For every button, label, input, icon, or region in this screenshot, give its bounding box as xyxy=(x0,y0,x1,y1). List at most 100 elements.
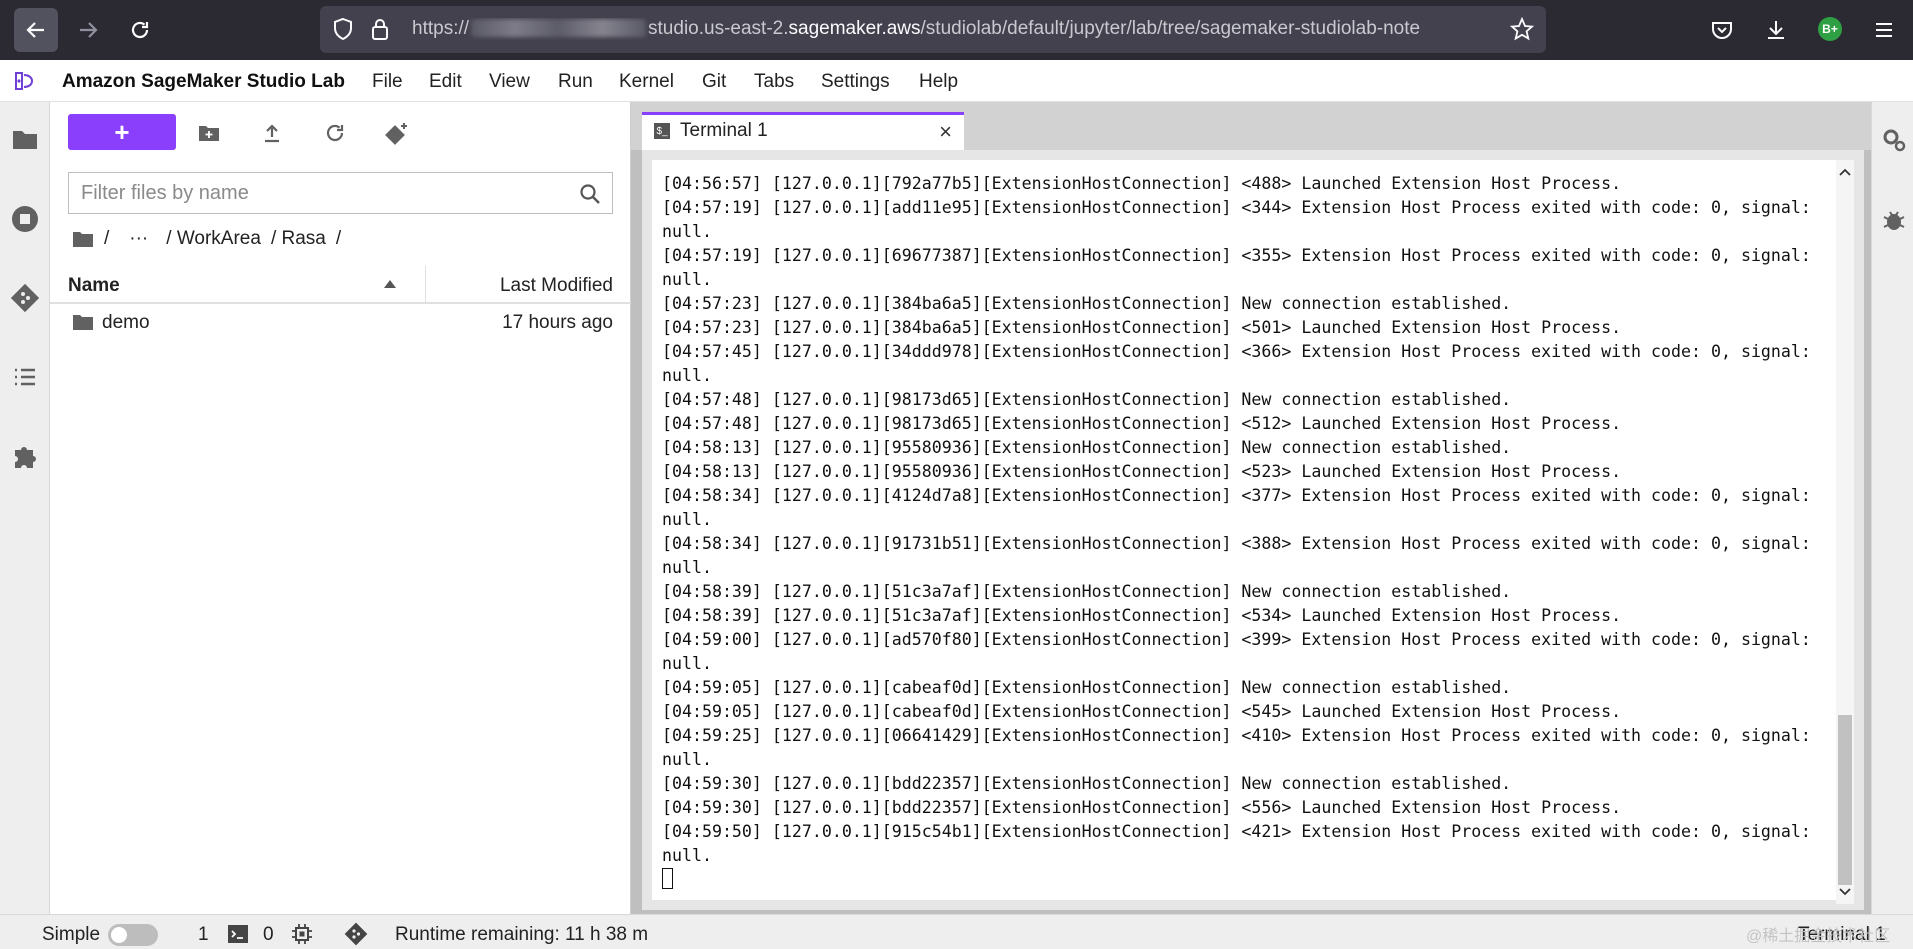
terminal-line: [04:57:48] [127.0.0.1][98173d65][Extensi… xyxy=(662,414,1622,433)
terminal-output[interactable]: [04:56:57] [127.0.0.1][792a77b5][Extensi… xyxy=(662,172,1842,892)
watermark: @稀土掘金技术社区 xyxy=(1746,928,1891,945)
terminal-line: [04:59:50] [127.0.0.1][915c54b1][Extensi… xyxy=(662,822,1811,841)
breadcrumb-workarea[interactable]: / WorkArea xyxy=(166,228,261,250)
sort-ascending-icon[interactable] xyxy=(384,280,396,288)
app-title: Amazon SageMaker Studio Lab xyxy=(62,71,345,92)
column-modified-header[interactable]: Last Modified xyxy=(500,275,613,297)
breadcrumb-ellipsis[interactable]: ··· xyxy=(129,228,148,250)
file-item-modified: 17 hours ago xyxy=(502,312,613,333)
upload-icon xyxy=(265,124,279,143)
kernel-count[interactable]: 0 xyxy=(263,924,274,946)
pocket-button[interactable] xyxy=(1706,14,1738,46)
menu-kernel[interactable]: Kernel xyxy=(619,71,674,93)
folder-icon xyxy=(13,131,37,149)
pocket-icon xyxy=(1712,22,1732,39)
column-divider[interactable] xyxy=(425,266,426,304)
runtime-remaining: Runtime remaining: 11 h 38 m xyxy=(395,924,649,945)
terminal-line: null. xyxy=(662,510,712,529)
back-button[interactable] xyxy=(14,8,58,52)
puzzle-icon xyxy=(15,447,36,468)
search-icon xyxy=(580,184,600,204)
extensions-tab[interactable] xyxy=(10,441,40,471)
profile-avatar[interactable]: B+ xyxy=(1818,17,1842,41)
table-of-contents-tab[interactable] xyxy=(10,362,40,392)
menu-file[interactable]: File xyxy=(372,71,403,93)
list-icon xyxy=(15,368,35,386)
menu-run[interactable]: Run xyxy=(558,71,593,93)
arrow-left-icon xyxy=(26,22,44,38)
breadcrumb-root[interactable]: / xyxy=(104,228,109,250)
git-icon xyxy=(11,284,39,312)
terminal-line: [04:58:13] [127.0.0.1][95580936][Extensi… xyxy=(662,438,1512,457)
property-inspector-icon[interactable] xyxy=(1881,127,1907,153)
menu-help[interactable]: Help xyxy=(919,71,958,93)
git-clone-button[interactable] xyxy=(382,118,412,148)
menu-git[interactable]: Git xyxy=(702,71,726,93)
terminal-line: null. xyxy=(662,750,712,769)
upload-button[interactable] xyxy=(257,118,287,148)
reload-button[interactable] xyxy=(118,8,162,52)
terminal-icon: $_ xyxy=(654,123,670,139)
file-list-item[interactable]: demo 17 hours ago xyxy=(50,306,631,340)
git-clone-icon xyxy=(385,123,407,145)
terminal-icon[interactable] xyxy=(226,922,250,946)
star-icon[interactable] xyxy=(1510,17,1534,41)
simple-mode-toggle[interactable] xyxy=(108,924,158,946)
breadcrumb-trailing-slash: / xyxy=(335,228,342,249)
app-menu-button[interactable] xyxy=(1868,14,1900,46)
column-name-header[interactable]: Name xyxy=(68,275,120,297)
file-list-header: Name Last Modified xyxy=(50,266,631,304)
file-item-name: demo xyxy=(102,312,150,333)
download-icon xyxy=(1768,21,1784,39)
url-bar[interactable]: https:// studio.us-east-2.sagemaker.aws/s… xyxy=(320,6,1546,53)
menu-tabs[interactable]: Tabs xyxy=(754,71,794,93)
terminal-panel[interactable]: [04:56:57] [127.0.0.1][792a77b5][Extensi… xyxy=(642,150,1864,910)
terminal-line: [04:58:39] [127.0.0.1][51c3a7af][Extensi… xyxy=(662,606,1622,625)
debugger-icon[interactable] xyxy=(1881,207,1907,233)
terminal-line: [04:57:45] [127.0.0.1][34ddd978][Extensi… xyxy=(662,342,1811,361)
file-filter-input[interactable] xyxy=(81,181,561,205)
git-tab[interactable] xyxy=(10,283,40,313)
terminal-line: [04:59:00] [127.0.0.1][ad570f80][Extensi… xyxy=(662,630,1811,649)
tab-terminal-1[interactable]: $_ Terminal 1 × xyxy=(642,112,964,150)
scrollbar-thumb[interactable] xyxy=(1838,715,1852,885)
terminal-line: [04:58:34] [127.0.0.1][4124d7a8][Extensi… xyxy=(662,486,1811,505)
menu-view[interactable]: View xyxy=(489,71,530,93)
menu-settings[interactable]: Settings xyxy=(821,71,890,93)
url-host: sagemaker.aws xyxy=(788,18,921,39)
lock-icon[interactable] xyxy=(370,17,390,41)
terminal-line: [04:58:39] [127.0.0.1][51c3a7af][Extensi… xyxy=(662,582,1512,601)
new-launcher-button[interactable]: + xyxy=(68,114,176,150)
menu-edit[interactable]: Edit xyxy=(429,71,462,93)
terminal-count[interactable]: 1 xyxy=(198,924,209,946)
downloads-button[interactable] xyxy=(1760,14,1792,46)
shield-icon[interactable] xyxy=(332,17,354,41)
terminal-line: [04:57:23] [127.0.0.1][384ba6a5][Extensi… xyxy=(662,318,1622,337)
refresh-icon xyxy=(326,124,344,142)
close-icon[interactable]: × xyxy=(939,119,952,145)
url-prefix: https:// xyxy=(412,18,470,39)
scroll-up-icon[interactable] xyxy=(1838,164,1852,180)
git-icon[interactable] xyxy=(344,922,368,946)
home-folder-icon[interactable] xyxy=(72,230,94,248)
file-browser-panel xyxy=(50,102,631,914)
breadcrumb-rasa[interactable]: / Rasa xyxy=(271,228,326,250)
terminal-cursor[interactable] xyxy=(662,868,1842,892)
file-browser-tab[interactable] xyxy=(10,124,40,154)
terminal-line: [04:59:30] [127.0.0.1][bdd22357][Extensi… xyxy=(662,774,1512,793)
hamburger-icon xyxy=(1876,23,1892,37)
terminal-line: [04:57:19] [127.0.0.1][69677387][Extensi… xyxy=(662,246,1811,265)
simple-mode-label: Simple xyxy=(42,924,101,945)
new-folder-button[interactable] xyxy=(194,118,224,148)
scroll-down-icon[interactable] xyxy=(1838,884,1852,900)
forward-button[interactable] xyxy=(66,8,110,52)
terminal-line: [04:59:25] [127.0.0.1][06641429][Extensi… xyxy=(662,726,1811,745)
file-filter-box[interactable] xyxy=(68,172,613,214)
cpu-icon[interactable] xyxy=(290,922,314,946)
breadcrumb: / ··· / WorkArea / Rasa / xyxy=(72,228,341,250)
arrow-right-icon xyxy=(80,22,98,38)
refresh-button[interactable] xyxy=(320,118,350,148)
terminal-line: [04:59:30] [127.0.0.1][bdd22357][Extensi… xyxy=(662,798,1622,817)
url-redacted xyxy=(471,19,647,37)
running-sessions-tab[interactable] xyxy=(10,204,40,234)
